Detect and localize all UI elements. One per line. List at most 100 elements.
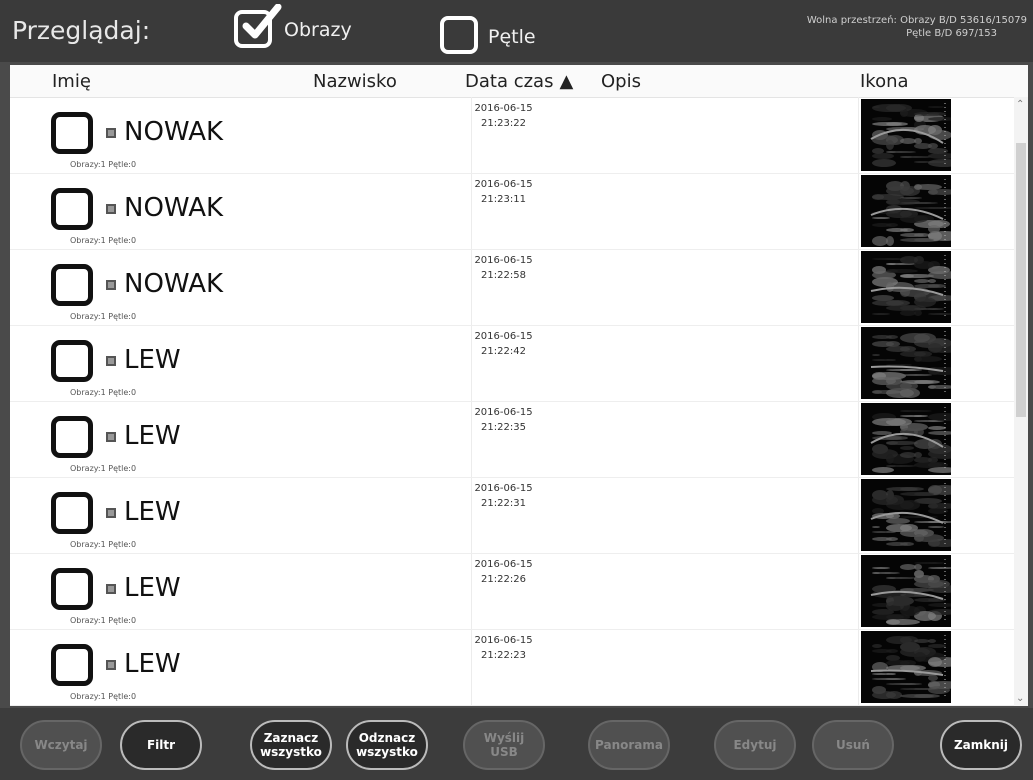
row-checkbox[interactable]: [51, 188, 93, 230]
ultrasound-image: [870, 179, 951, 246]
patient-name: NOWAK: [124, 193, 224, 223]
list-item[interactable]: LEW Obrazy:1 Pętle:0 2016-06-15 21:22:35: [10, 401, 1014, 478]
study-date: 2016-06-15: [474, 559, 533, 570]
ultrasound-thumbnail[interactable]: [861, 555, 951, 627]
study-marker-icon: [106, 204, 116, 214]
free-space-info: Wolna przestrzeń: Obrazy B/D 53616/15079…: [807, 14, 1027, 40]
patient-name: LEW: [124, 649, 181, 679]
select-all-line2: wszystko: [260, 745, 322, 759]
study-datetime: 2016-06-15 21:22:26: [471, 557, 536, 587]
send-usb-line2: USB: [490, 745, 518, 759]
ultrasound-image: [870, 255, 951, 319]
column-first-name[interactable]: Imię: [52, 71, 91, 92]
vertical-scrollbar[interactable]: ⌃ ⌄: [1014, 97, 1028, 706]
image-loop-count: Obrazy:1 Pętle:0: [70, 464, 137, 473]
study-time: 21:22:35: [481, 422, 526, 433]
image-loop-count: Obrazy:1 Pętle:0: [70, 388, 137, 397]
send-usb-line1: Wyślij: [483, 731, 525, 745]
load-button[interactable]: Wczytaj: [20, 720, 102, 770]
ultrasound-thumbnail[interactable]: [861, 99, 951, 171]
list-item[interactable]: NOWAK Obrazy:1 Pętle:0 2016-06-15 21:23:2…: [10, 97, 1014, 174]
row-checkbox[interactable]: [51, 264, 93, 306]
study-date: 2016-06-15: [474, 103, 533, 114]
scrollbar-thumb[interactable]: [1016, 143, 1026, 417]
select-all-label: Zaznacz wszystko: [260, 731, 322, 759]
deselect-all-label: Odznacz wszystko: [356, 731, 418, 759]
column-datetime-label: Data czas: [465, 71, 554, 92]
image-loop-count: Obrazy:1 Pętle:0: [70, 160, 137, 169]
column-icon[interactable]: Ikona: [860, 71, 909, 92]
deselect-all-line2: wszystko: [356, 745, 418, 759]
list-item[interactable]: LEW Obrazy:1 Pętle:0 2016-06-15 21:22:26: [10, 553, 1014, 630]
list-item[interactable]: NOWAK Obrazy:1 Pętle:0 2016-06-15 21:22:5…: [10, 249, 1014, 326]
study-marker-icon: [106, 660, 116, 670]
column-last-name[interactable]: Nazwisko: [313, 71, 397, 92]
images-checkbox[interactable]: [234, 4, 282, 48]
row-checkbox[interactable]: [51, 416, 93, 458]
deselect-all-button[interactable]: Odznacz wszystko: [346, 720, 428, 770]
delete-button[interactable]: Usuń: [812, 720, 894, 770]
loops-checkbox[interactable]: [440, 16, 478, 54]
close-button[interactable]: Zamknij: [940, 720, 1022, 770]
row-checkbox[interactable]: [51, 112, 93, 154]
study-marker-icon: [106, 508, 116, 518]
study-time: 21:22:31: [481, 498, 526, 509]
study-date: 2016-06-15: [474, 179, 533, 190]
patient-name: LEW: [124, 573, 181, 603]
chevron-down-icon[interactable]: ⌄: [1016, 693, 1024, 704]
study-time: 21:22:26: [481, 574, 526, 585]
row-checkbox[interactable]: [51, 644, 93, 686]
ultrasound-image: [870, 635, 951, 699]
patient-name: NOWAK: [124, 269, 224, 299]
study-date: 2016-06-15: [474, 483, 533, 494]
study-date: 2016-06-15: [474, 407, 533, 418]
loops-checkbox-label[interactable]: Pętle: [488, 26, 536, 48]
image-loop-count: Obrazy:1 Pętle:0: [70, 616, 137, 625]
ultrasound-image: [870, 559, 951, 625]
edit-button[interactable]: Edytuj: [714, 720, 796, 770]
ultrasound-thumbnail[interactable]: [861, 479, 951, 551]
row-checkbox[interactable]: [51, 340, 93, 382]
send-usb-button[interactable]: Wyślij USB: [463, 720, 545, 770]
study-time: 21:23:11: [481, 194, 526, 205]
ultrasound-image: [870, 103, 951, 167]
row-checkbox[interactable]: [51, 492, 93, 534]
study-time: 21:22:42: [481, 346, 526, 357]
top-bar: Przeglądaj: Obrazy Pętle Wolna przestrze…: [0, 0, 1033, 62]
check-icon: [242, 4, 282, 39]
study-datetime: 2016-06-15 21:23:22: [471, 101, 536, 131]
panorama-button[interactable]: Panorama: [588, 720, 670, 770]
ultrasound-thumbnail[interactable]: [861, 175, 951, 247]
study-date: 2016-06-15: [474, 635, 533, 646]
study-date: 2016-06-15: [474, 255, 533, 266]
ultrasound-thumbnail[interactable]: [861, 403, 951, 475]
study-marker-icon: [106, 280, 116, 290]
study-datetime: 2016-06-15 21:22:58: [471, 253, 536, 283]
free-space-loops: Pętle B/D 697/153: [906, 28, 997, 39]
filter-button[interactable]: Filtr: [120, 720, 202, 770]
column-description[interactable]: Opis: [601, 71, 641, 92]
list-item[interactable]: LEW Obrazy:1 Pętle:0 2016-06-15 21:22:31: [10, 477, 1014, 554]
ultrasound-thumbnail[interactable]: [861, 251, 951, 323]
list-item[interactable]: LEW Obrazy:1 Pętle:0 2016-06-15 21:22:23: [10, 629, 1014, 706]
study-datetime: 2016-06-15 21:22:31: [471, 481, 536, 511]
bottom-toolbar: Wczytaj Filtr Zaznacz wszystko Odznacz wsz…: [0, 708, 1033, 780]
list-item[interactable]: NOWAK Obrazy:1 Pętle:0 2016-06-15 21:23:1…: [10, 173, 1014, 250]
ultrasound-image: [870, 483, 951, 547]
patient-name: LEW: [124, 497, 181, 527]
ultrasound-thumbnail[interactable]: [861, 631, 951, 703]
column-datetime[interactable]: Data czas ▲: [465, 71, 573, 92]
deselect-all-line1: Odznacz: [358, 731, 416, 745]
row-checkbox[interactable]: [51, 568, 93, 610]
patient-name: LEW: [124, 345, 181, 375]
chevron-up-icon[interactable]: ⌃: [1016, 99, 1024, 110]
ultrasound-thumbnail[interactable]: [861, 327, 951, 399]
browse-title: Przeglądaj:: [12, 16, 151, 45]
list-item[interactable]: LEW Obrazy:1 Pętle:0 2016-06-15 21:22:42: [10, 325, 1014, 402]
study-marker-icon: [106, 584, 116, 594]
ultrasound-image: [870, 331, 951, 398]
images-checkbox-label[interactable]: Obrazy: [284, 19, 352, 41]
select-all-button[interactable]: Zaznacz wszystko: [250, 720, 332, 770]
patient-name: LEW: [124, 421, 181, 451]
study-marker-icon: [106, 356, 116, 366]
